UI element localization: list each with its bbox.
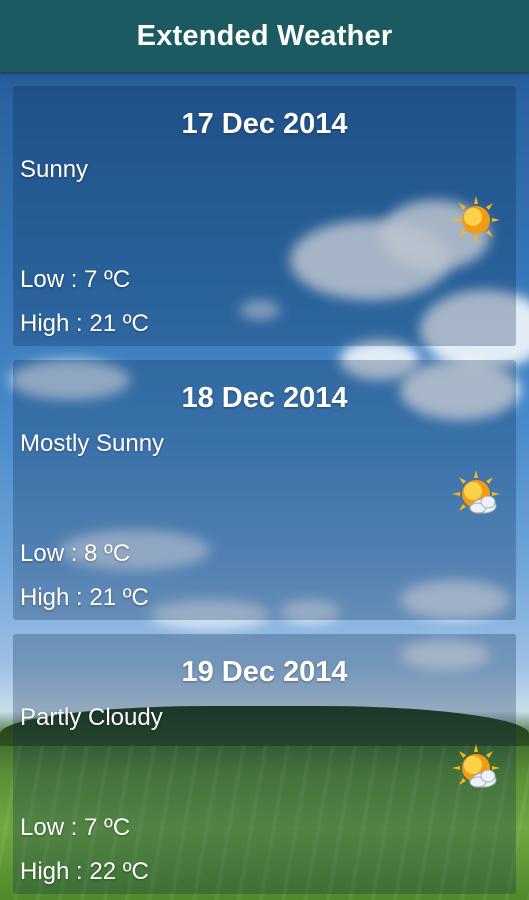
forecast-date: 18 Dec 2014	[181, 382, 348, 414]
sun-icon	[452, 196, 500, 244]
forecast-date: 17 Dec 2014	[181, 108, 348, 140]
page-title: Extended Weather	[136, 19, 393, 52]
forecast-low: Low : 7 ºC	[20, 266, 131, 293]
forecast-date: 19 Dec 2014	[181, 656, 348, 688]
forecast-condition: Partly Cloudy	[20, 704, 163, 731]
sun-cloud-icon	[452, 744, 500, 788]
forecast-low: Low : 7 ºC	[20, 814, 131, 841]
forecast-card[interactable]: 19 Dec 2014 Partly Cloudy Low : 7 ºC Hig…	[13, 634, 516, 894]
forecast-condition: Sunny	[20, 156, 89, 183]
forecast-card[interactable]: 18 Dec 2014 Mostly Sunny Low : 8 ºC High…	[13, 360, 516, 620]
forecast-high: High : 21 ºC	[20, 584, 149, 611]
forecast-high: High : 21 ºC	[20, 310, 149, 337]
sun-cloud-icon	[452, 470, 500, 514]
forecast-high: High : 22 ºC	[20, 858, 149, 885]
forecast-card[interactable]: 17 Dec 2014 Sunny Low : 7 ºC High : 21 º…	[13, 86, 516, 346]
forecast-condition: Mostly Sunny	[20, 430, 165, 457]
app-title-bar: Extended Weather	[0, 0, 529, 72]
forecast-low: Low : 8 ºC	[20, 540, 131, 567]
